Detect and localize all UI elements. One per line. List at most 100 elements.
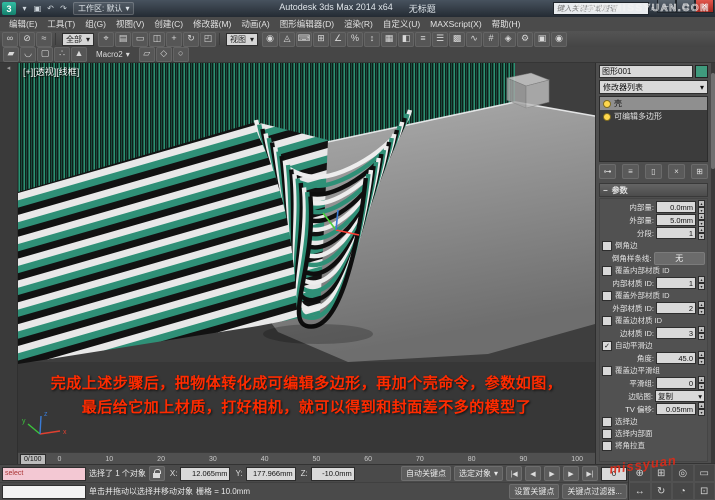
coord-y-input[interactable]: 177.966mm [246, 467, 296, 481]
object-name-field[interactable]: 图形001 [599, 65, 693, 78]
next-frame-icon[interactable]: ▶ [563, 466, 579, 481]
select-and-scale-icon[interactable]: ◰ [200, 32, 216, 47]
field-of-view-icon[interactable]: ◔ [672, 482, 694, 500]
perspective-viewport[interactable]: x y z [+][透视][线框] 完成上述步骤后，把物体转化成可编辑多边形，再… [18, 62, 595, 452]
override-smooth-group-checkbox[interactable] [602, 366, 612, 376]
save-icon[interactable]: ▣ [31, 2, 44, 15]
selection-filter-dropdown[interactable]: 全部▾ [62, 33, 94, 46]
spinner[interactable]: ▴▾ [698, 402, 705, 416]
select-and-move-icon[interactable]: + [166, 32, 182, 47]
render-production-icon[interactable]: ◉ [551, 32, 567, 47]
keyboard-override-icon[interactable]: ⌨ [296, 32, 312, 47]
search-input[interactable] [553, 2, 649, 15]
spinner[interactable]: ▴▾ [698, 226, 705, 240]
spinner[interactable]: ▴▾ [698, 276, 705, 290]
app-menu-arrow-icon[interactable]: ▾ [18, 2, 31, 15]
maxscript-mini-listener[interactable] [2, 485, 86, 499]
menu-item[interactable]: MAXScript(X) [425, 17, 486, 31]
auto-smooth-edge-checkbox[interactable] [602, 341, 612, 351]
redo-icon[interactable]: ↷ [57, 2, 70, 15]
spinner[interactable]: ▴▾ [698, 213, 705, 227]
override-inner-id-checkbox[interactable] [602, 266, 612, 276]
current-frame-input[interactable]: 0 [601, 467, 627, 481]
zoom-extents-icon[interactable]: ◎ [672, 464, 694, 482]
coord-z-input[interactable]: -10.0mm [311, 467, 355, 481]
close-button[interactable]: ✕ [695, 0, 714, 13]
select-edges-checkbox[interactable] [602, 417, 612, 427]
select-inner-faces-checkbox[interactable] [602, 429, 612, 439]
go-to-start-icon[interactable]: |◀ [506, 466, 522, 481]
smooth-group-input[interactable]: 0 [656, 377, 696, 389]
modifier-enabled-icon[interactable] [603, 100, 611, 108]
menu-item[interactable]: 渲染(R) [339, 17, 378, 31]
selection-panel-icon[interactable]: ▢ [37, 47, 53, 62]
selection-lock-toggle[interactable] [149, 466, 165, 481]
mirror-icon[interactable]: ◧ [398, 32, 414, 47]
remove-modifier-icon[interactable]: × [668, 164, 685, 179]
menu-item[interactable]: 组(G) [80, 17, 111, 31]
macro-tool-1-icon[interactable]: ▱ [139, 47, 155, 62]
straighten-corners-checkbox[interactable] [602, 441, 612, 451]
pan-icon[interactable]: ↔ [629, 482, 651, 500]
angle-input[interactable]: 45.0 [656, 352, 696, 364]
bevel-spline-pick-button[interactable]: 无 [654, 252, 706, 265]
orbit-icon[interactable]: ↻ [651, 482, 673, 500]
inner-material-id-input[interactable]: 1 [656, 277, 696, 289]
percent-snap-icon[interactable]: % [347, 32, 363, 47]
modifier-enabled-icon[interactable] [603, 113, 611, 121]
key-mode-dropdown[interactable]: 选定对象 ▾ [454, 466, 503, 481]
viewport-label[interactable]: [+][透视][线框] [23, 65, 79, 78]
spinner[interactable]: ▴▾ [698, 351, 705, 365]
angle-snap-icon[interactable]: ∠ [330, 32, 346, 47]
select-and-link-icon[interactable]: ∞ [2, 32, 18, 47]
menu-item[interactable]: 动画(A) [236, 17, 274, 31]
panel-scrollbar[interactable] [711, 47, 715, 464]
align-icon[interactable]: ≡ [415, 32, 431, 47]
rectangular-selection-icon[interactable]: ▭ [132, 32, 148, 47]
object-color-swatch[interactable] [695, 65, 708, 78]
spinner[interactable]: ▴▾ [698, 301, 705, 315]
stack-item-shell[interactable]: 壳 [600, 97, 707, 110]
auto-key-button[interactable]: 自动关键点 [401, 466, 451, 481]
select-object-icon[interactable]: ⌖ [98, 32, 114, 47]
max-logo-icon[interactable]: 3 [2, 2, 16, 15]
override-outer-id-checkbox[interactable] [602, 291, 612, 301]
workspace-dropdown[interactable]: 工作区: 默认 ▾ [73, 2, 134, 15]
render-setup-icon[interactable]: ⚙ [517, 32, 533, 47]
menu-item[interactable]: 自定义(U) [378, 17, 425, 31]
macro-recorder-strip[interactable]: select [2, 467, 86, 481]
search-icon[interactable]: ⌕ [651, 4, 655, 14]
tv-offset-input[interactable]: 0.05mm [656, 403, 696, 415]
play-icon[interactable]: ▶ [544, 466, 560, 481]
material-editor-icon[interactable]: ◈ [500, 32, 516, 47]
menu-item[interactable]: 工具(T) [42, 17, 80, 31]
set-key-button[interactable]: 设置关键点 [509, 484, 559, 499]
outer-amount-input[interactable]: 5.0mm [656, 214, 696, 226]
graphite-ribbon-icon[interactable]: ▩ [449, 32, 465, 47]
spinner[interactable]: ▴▾ [698, 376, 705, 390]
pin-stack-icon[interactable]: ⊶ [599, 164, 616, 179]
override-edge-id-checkbox[interactable] [602, 316, 612, 326]
undo-icon[interactable]: ↶ [44, 2, 57, 15]
modifier-list-dropdown[interactable]: 修改器列表 ▾ [599, 80, 708, 94]
segments-input[interactable]: 1 [656, 227, 696, 239]
make-unique-icon[interactable]: ▯ [645, 164, 662, 179]
menu-item[interactable]: 修改器(M) [188, 17, 236, 31]
macro-tool-3-icon[interactable]: ○ [173, 47, 189, 62]
named-selection-sets-icon[interactable]: ▦ [381, 32, 397, 47]
coord-x-input[interactable]: 12.065mm [180, 467, 230, 481]
menu-item[interactable]: 编辑(E) [4, 17, 42, 31]
macro-tool-2-icon[interactable]: ◇ [156, 47, 172, 62]
unlink-selection-icon[interactable]: ⊘ [19, 32, 35, 47]
maximize-button[interactable]: ▢ [676, 0, 695, 13]
menu-item[interactable]: 图形编辑器(D) [275, 17, 339, 31]
populate-icon[interactable]: ▲ [71, 47, 87, 62]
show-end-result-icon[interactable]: ≡ [622, 164, 639, 179]
go-to-end-icon[interactable]: ▶| [582, 466, 598, 481]
render-frame-icon[interactable]: ▣ [534, 32, 550, 47]
menu-item[interactable]: 视图(V) [111, 17, 149, 31]
viewport-side-strip[interactable]: ◂ [0, 62, 18, 464]
previous-frame-icon[interactable]: ◀ [525, 466, 541, 481]
select-by-name-icon[interactable]: ▤ [115, 32, 131, 47]
layer-manager-icon[interactable]: ☰ [432, 32, 448, 47]
